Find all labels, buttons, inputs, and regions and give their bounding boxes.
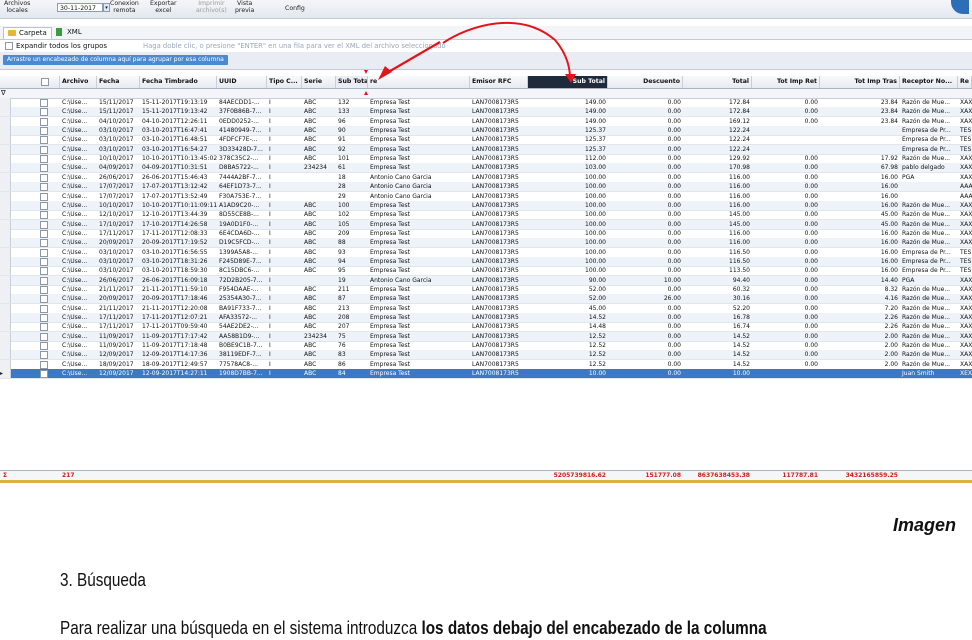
- paragraph-text: Para realizar una búsqueda en el sistema…: [60, 618, 422, 638]
- section-heading: 3. Búsqueda: [60, 570, 146, 590]
- figure-caption: Imagen: [893, 515, 957, 535]
- horizontal-scrollbar[interactable]: [8, 482, 968, 483]
- section-paragraph: Para realizar una búsqueda en el sistema…: [60, 618, 767, 639]
- app-window: Archivos locales 30-11-2017 ▾ Conexion r…: [0, 0, 972, 483]
- annotation-arrows: [364, 21, 576, 95]
- paragraph-bold-text: los datos debajo del encabezado de la co…: [421, 618, 767, 638]
